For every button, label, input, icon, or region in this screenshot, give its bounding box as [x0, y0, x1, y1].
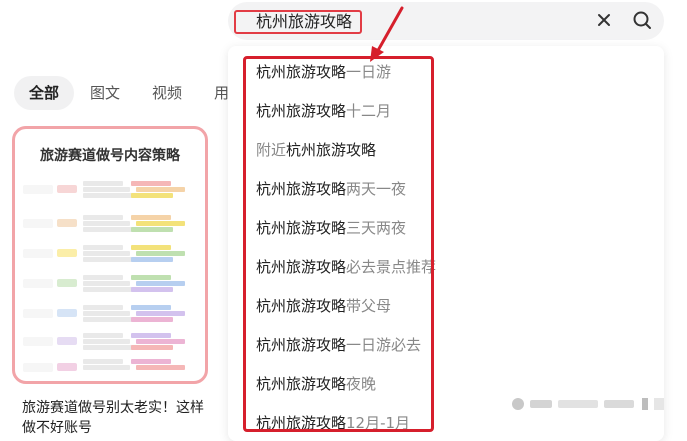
tab-image-text[interactable]: 图文: [90, 76, 120, 110]
annotation-highlight-box: [243, 56, 434, 432]
search-icon[interactable]: [631, 9, 653, 31]
result-card-title[interactable]: 旅游赛道做号别太老实！这样做不好账号: [22, 398, 207, 438]
result-card-image[interactable]: 旅游赛道做号内容策略: [12, 126, 208, 384]
annotation-arrow: [370, 6, 404, 62]
card-image-title: 旅游赛道做号内容策略: [40, 148, 180, 164]
close-icon[interactable]: [593, 9, 615, 31]
watermark-graphic: [512, 398, 664, 410]
tab-video[interactable]: 视频: [152, 76, 182, 110]
tab-all[interactable]: 全部: [14, 76, 74, 110]
search-input[interactable]: 杭州旅游攻略: [234, 10, 363, 34]
